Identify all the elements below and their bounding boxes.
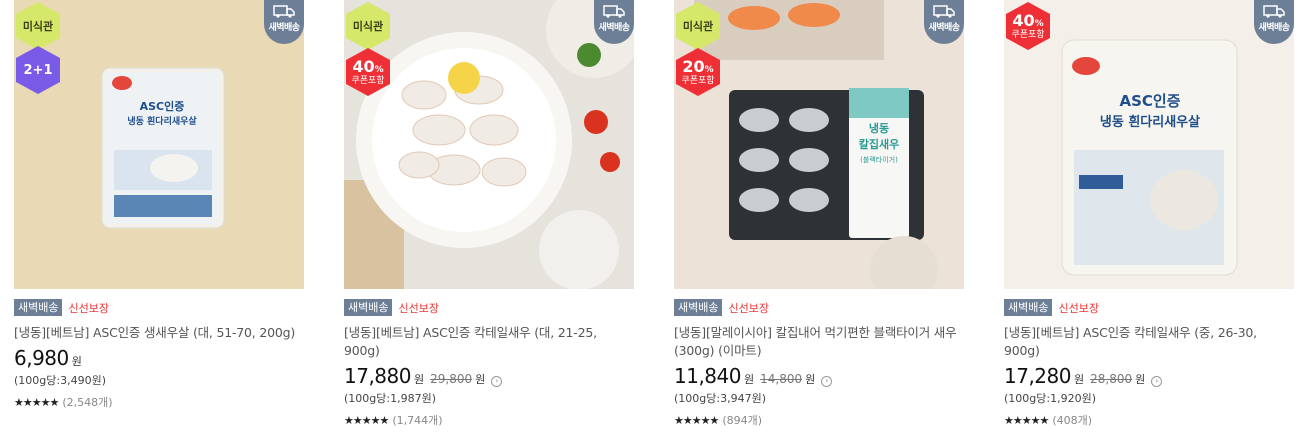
fresh-guarantee-tag: 신선보장: [68, 301, 109, 315]
rating: ★★★★★ (408개): [1004, 412, 1294, 428]
review-count: (2,548개): [62, 396, 113, 409]
fresh-guarantee-tag: 신선보장: [728, 301, 769, 315]
currency-unit: 원: [71, 355, 82, 368]
truck-icon: [933, 5, 955, 18]
truck-icon: [1263, 5, 1285, 18]
star-rating-icon: ★★★★★: [1004, 413, 1049, 427]
price-info-icon[interactable]: ›: [821, 376, 833, 387]
svg-text:냉동 흰다리새우살: 냉동 흰다리새우살: [1100, 114, 1200, 130]
star-rating-icon: ★★★★★: [674, 413, 719, 427]
currency-unit: 원: [805, 373, 816, 386]
dawn-delivery-tag: 새벽배송: [674, 299, 723, 316]
review-count: (1,744개): [392, 414, 443, 427]
unit-price: (100g당:1,920원): [1004, 392, 1096, 405]
currency-unit: 원: [475, 373, 486, 386]
sale-price: 11,840: [674, 364, 741, 388]
product-card[interactable]: 미식관 40% 쿠폰포함 새벽배송 새벽배송 신선보장 [냉동][베트남] AS…: [344, 0, 634, 428]
product-card[interactable]: ASC인증 냉동 흰다리새우살 미식관 2+1 새벽배송 새벽배송 신선보장 […: [14, 0, 304, 410]
currency-unit: 원: [413, 373, 425, 386]
review-count: (408개): [1052, 414, 1093, 427]
product-thumbnail[interactable]: 냉동 칼집새우 (블랙타이거) 미식관 20% 쿠폰포함 새벽배송: [674, 0, 964, 289]
product-card[interactable]: 냉동 칼집새우 (블랙타이거) 미식관 20% 쿠폰포함 새벽배송 새벽배송 신…: [674, 0, 964, 428]
unit-price: (100g당:3,490원): [14, 374, 106, 387]
original-price: 29,800: [430, 372, 473, 386]
dawn-delivery-badge: 새벽배송: [1254, 0, 1294, 44]
truck-icon: [603, 5, 625, 18]
product-name[interactable]: [냉동][베트남] ASC인증 칵테일새우 (대, 21-25, 900g): [344, 324, 634, 360]
fresh-guarantee-tag: 신선보장: [1058, 301, 1099, 315]
original-price: 14,800: [760, 372, 803, 386]
dawn-delivery-tag: 새벽배송: [344, 299, 393, 316]
product-thumbnail[interactable]: 미식관 40% 쿠폰포함 새벽배송: [344, 0, 634, 289]
currency-unit: 원: [1135, 373, 1146, 386]
star-rating-icon: ★★★★★: [344, 413, 389, 427]
product-name[interactable]: [냉동][말레이시아] 칼집내어 먹기편한 블랙타이거 새우 (300g) (이…: [674, 324, 964, 360]
product-thumbnail[interactable]: ASC인증 냉동 흰다리새우살 미식관 2+1 새벽배송: [14, 0, 304, 289]
svg-text:칼집새우: 칼집새우: [859, 137, 899, 151]
fresh-guarantee-tag: 신선보장: [398, 301, 439, 315]
rating: ★★★★★ (2,548개): [14, 394, 304, 410]
sale-price: 17,880: [344, 364, 411, 388]
dawn-delivery-badge: 새벽배송: [924, 0, 964, 44]
unit-price: (100g당:1,987원): [344, 392, 436, 405]
product-name[interactable]: [냉동][베트남] ASC인증 칵테일새우 (중, 26-30, 900g): [1004, 324, 1294, 360]
svg-text:냉동 흰다리새우살: 냉동 흰다리새우살: [127, 115, 197, 127]
product-image-cocktail-shrimp-pack: ASC인증 냉동 흰다리새우살: [1004, 0, 1294, 289]
unit-price: (100g당:3,947원): [674, 392, 766, 405]
star-rating-icon: ★★★★★: [14, 395, 59, 409]
dawn-delivery-tag: 새벽배송: [14, 299, 63, 316]
svg-text:냉동: 냉동: [869, 121, 889, 135]
price-info-icon[interactable]: ›: [1151, 376, 1163, 387]
original-price: 28,800: [1090, 372, 1133, 386]
currency-unit: 원: [743, 373, 755, 386]
svg-text:(블랙타이거): (블랙타이거): [860, 155, 898, 164]
dawn-delivery-badge: 새벽배송: [594, 0, 634, 44]
price-info-icon[interactable]: ›: [491, 376, 503, 387]
dawn-delivery-badge: 새벽배송: [264, 0, 304, 44]
sale-price: 6,980: [14, 346, 69, 370]
dawn-delivery-tag: 새벽배송: [1004, 299, 1053, 316]
product-image-shrimp-plate: [344, 0, 634, 289]
product-card[interactable]: ASC인증 냉동 흰다리새우살 40% 쿠폰포함 새벽배송 새벽배송 신선보장 …: [1004, 0, 1294, 428]
currency-unit: 원: [1073, 373, 1085, 386]
svg-text:ASC인증: ASC인증: [1119, 92, 1180, 110]
review-count: (894개): [722, 414, 763, 427]
rating: ★★★★★ (1,744개): [344, 412, 634, 428]
product-grid: ASC인증 냉동 흰다리새우살 미식관 2+1 새벽배송 새벽배송 신선보장 […: [0, 0, 1302, 434]
sale-price: 17,280: [1004, 364, 1071, 388]
truck-icon: [273, 5, 295, 18]
product-image-tiger-shrimp-tray: 냉동 칼집새우 (블랙타이거): [674, 0, 964, 289]
svg-text:ASC인증: ASC인증: [140, 99, 185, 113]
rating: ★★★★★ (894개): [674, 412, 964, 428]
product-image-shrimp-pack: ASC인증 냉동 흰다리새우살: [14, 0, 304, 289]
product-thumbnail[interactable]: ASC인증 냉동 흰다리새우살 40% 쿠폰포함 새벽배송: [1004, 0, 1294, 289]
product-name[interactable]: [냉동][베트남] ASC인증 생새우살 (대, 51-70, 200g): [14, 324, 304, 342]
